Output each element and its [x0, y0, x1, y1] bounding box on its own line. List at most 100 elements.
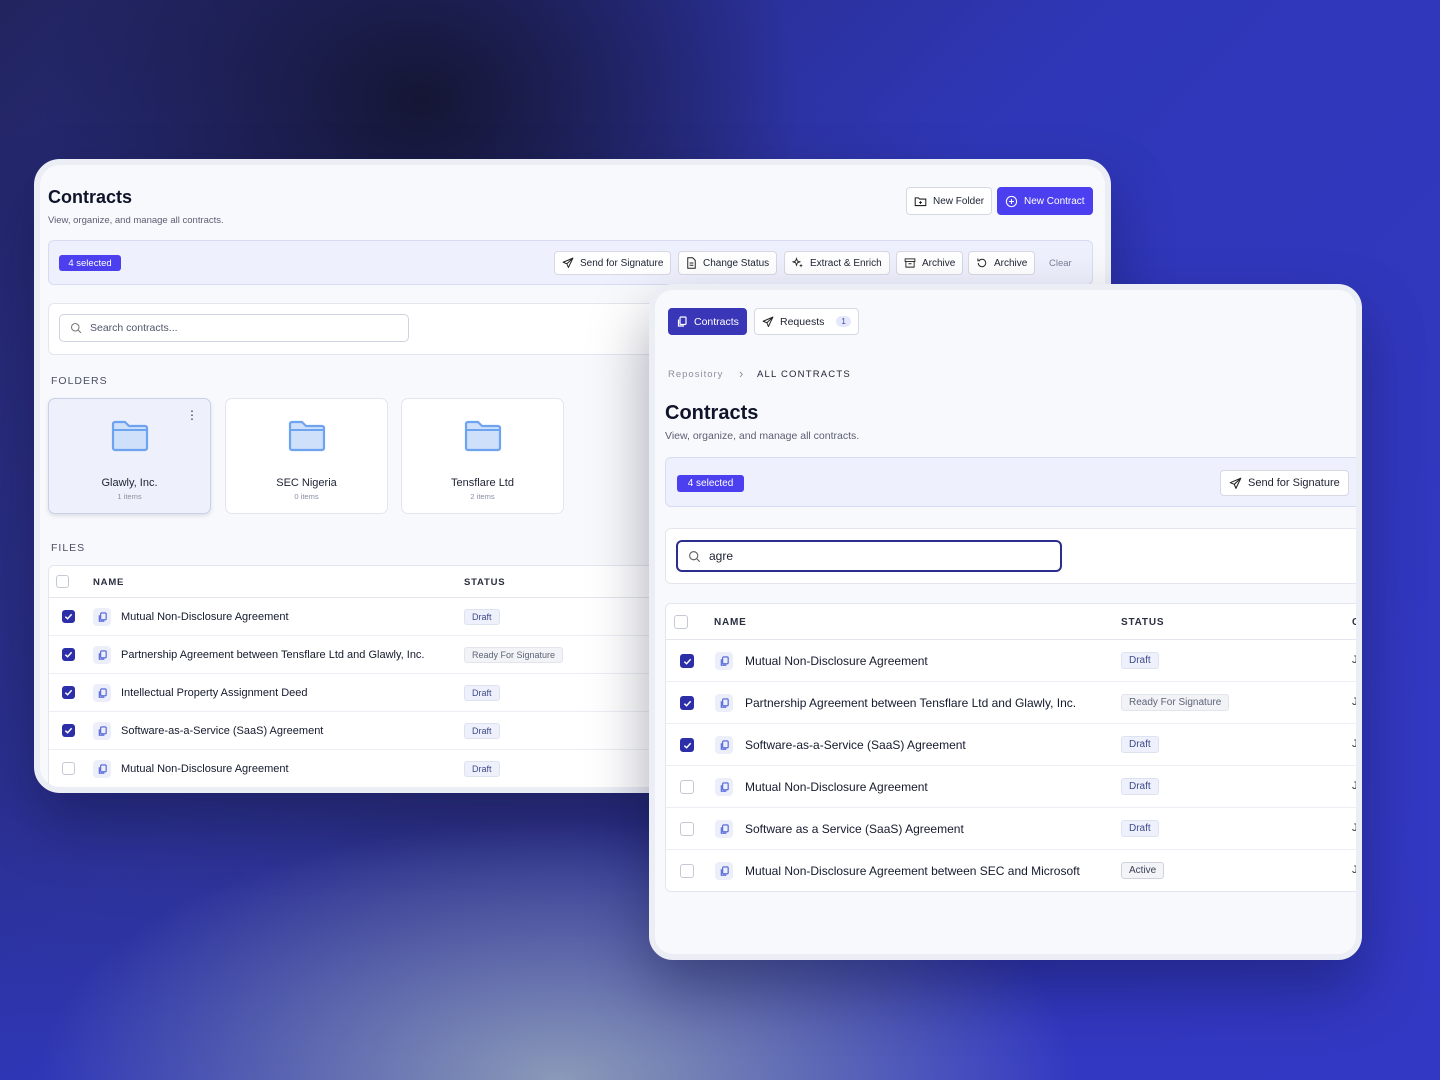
row-checkbox[interactable]: [680, 780, 694, 794]
send-for-signature-button[interactable]: Send for Signature: [1220, 470, 1349, 496]
row-checkbox[interactable]: [62, 648, 75, 661]
folder-icon: [464, 420, 501, 452]
row-checkbox[interactable]: [62, 724, 75, 737]
folder-name: SEC Nigeria: [276, 477, 337, 489]
send-icon: [562, 257, 574, 268]
files-heading: FILES: [51, 542, 86, 554]
row-name: Mutual Non-Disclosure Agreement between …: [745, 864, 1080, 878]
row-name: Mutual Non-Disclosure Agreement: [745, 654, 928, 668]
change-status-button[interactable]: Change Status: [678, 251, 778, 275]
row-trailing-cell: J: [1352, 822, 1358, 834]
check-icon: [64, 613, 73, 620]
table-row[interactable]: Partnership Agreement between Tensflare …: [666, 682, 1358, 724]
row-name: Software-as-a-Service (SaaS) Agreement: [745, 738, 966, 752]
folder-icon: [288, 420, 325, 452]
documents-icon: [677, 315, 687, 327]
check-icon: [64, 689, 73, 696]
select-all-checkbox[interactable]: [56, 575, 69, 588]
page-title: Contracts: [665, 402, 759, 424]
document-icon: [687, 257, 696, 269]
row-checkbox[interactable]: [680, 696, 694, 710]
column-truncated: C: [1352, 617, 1361, 628]
extract-enrich-button[interactable]: Extract & Enrich: [784, 251, 890, 275]
column-status: STATUS: [464, 577, 506, 588]
check-icon: [64, 727, 73, 734]
table-row[interactable]: Mutual Non-Disclosure Agreement between …: [666, 850, 1358, 891]
column-name: NAME: [93, 577, 125, 588]
send-for-signature-button[interactable]: Send for Signature: [554, 251, 672, 275]
row-checkbox[interactable]: [62, 610, 75, 623]
contract-file-icon: [715, 736, 733, 754]
row-name: Mutual Non-Disclosure Agreement: [121, 763, 289, 775]
selected-count-badge: 4 selected: [677, 475, 744, 492]
status-badge: Draft: [1121, 820, 1159, 837]
row-trailing-cell: J: [1352, 696, 1358, 708]
contract-file-icon: [93, 646, 111, 664]
contract-file-icon: [715, 652, 733, 670]
clear-selection-link[interactable]: Clear: [1049, 258, 1072, 269]
row-checkbox[interactable]: [62, 686, 75, 699]
page-subtitle: View, organize, and manage all contracts…: [665, 430, 860, 442]
row-trailing-cell: J: [1352, 654, 1358, 666]
select-all-checkbox[interactable]: [674, 615, 688, 629]
row-checkbox[interactable]: [62, 762, 75, 775]
row-name: Partnership Agreement between Tensflare …: [121, 649, 425, 661]
row-name: Partnership Agreement between Tensflare …: [745, 696, 1077, 710]
status-badge: Draft: [464, 723, 500, 739]
contract-file-icon: [715, 778, 733, 796]
new-contract-button[interactable]: New Contract: [997, 187, 1093, 215]
more-vertical-icon[interactable]: ⋮: [186, 409, 198, 421]
new-folder-button[interactable]: New Folder: [906, 187, 993, 215]
status-badge: Draft: [1121, 778, 1159, 795]
row-checkbox[interactable]: [680, 864, 694, 878]
search-input[interactable]: agre: [676, 540, 1062, 572]
table-header: NAME STATUS C: [666, 604, 1361, 640]
status-badge: Draft: [464, 685, 500, 701]
status-badge: Ready For Signature: [464, 647, 564, 663]
selection-bar: 4 selected Send for Signature Change Sta…: [48, 240, 1093, 285]
archive-restore-button[interactable]: Archive: [968, 251, 1036, 275]
breadcrumb-root[interactable]: Repository: [668, 369, 723, 380]
contract-file-icon: [93, 608, 111, 626]
column-name: NAME: [714, 617, 747, 628]
tab-requests[interactable]: Requests 1: [754, 308, 859, 335]
row-name: Mutual Non-Disclosure Agreement: [121, 611, 289, 623]
row-name: Software as a Service (SaaS) Agreement: [745, 822, 964, 836]
row-checkbox[interactable]: [680, 738, 694, 752]
column-status: STATUS: [1121, 617, 1165, 628]
contract-file-icon: [715, 694, 733, 712]
folder-icon: [111, 420, 148, 452]
contracts-table: NAME STATUS C Mutual Non-Disclosure Agre…: [665, 603, 1361, 892]
table-row[interactable]: Mutual Non-Disclosure Agreement Draft J: [666, 640, 1358, 682]
table-row[interactable]: Software-as-a-Service (SaaS) Agreement D…: [666, 724, 1356, 766]
contract-file-icon: [93, 684, 111, 702]
row-checkbox[interactable]: [680, 822, 694, 836]
send-icon: [762, 316, 774, 327]
row-name: Software-as-a-Service (SaaS) Agreement: [121, 725, 324, 737]
folder-card-tensflare[interactable]: Tensflare Ltd 2 items: [401, 398, 564, 514]
folder-name: Tensflare Ltd: [451, 477, 514, 489]
row-trailing-cell: J: [1352, 864, 1358, 876]
table-row[interactable]: Mutual Non-Disclosure Agreement Draft J: [666, 766, 1356, 808]
chevron-right-icon: ›: [739, 366, 744, 381]
folder-count: 1 items: [117, 492, 142, 501]
row-name: Intellectual Property Assignment Deed: [121, 687, 308, 699]
page-title: Contracts: [48, 187, 133, 207]
page-subtitle: View, organize, and manage all contracts…: [48, 215, 224, 226]
check-icon: [683, 658, 691, 665]
row-checkbox[interactable]: [680, 654, 694, 668]
sparkles-icon: [792, 257, 803, 268]
search-input[interactable]: Search contracts...: [59, 314, 409, 342]
archive-button[interactable]: Archive: [896, 251, 964, 275]
rotate-ccw-icon: [977, 258, 987, 268]
search-placeholder: Search contracts...: [90, 322, 178, 334]
check-icon: [64, 651, 73, 658]
table-row[interactable]: Software as a Service (SaaS) Agreement D…: [666, 808, 1358, 850]
selected-count-badge: 4 selected: [59, 255, 121, 271]
contract-file-icon: [715, 862, 733, 880]
tab-contracts[interactable]: Contracts: [668, 308, 747, 335]
search-icon: [70, 322, 82, 334]
folder-card-sec-nigeria[interactable]: SEC Nigeria 0 items: [225, 398, 388, 514]
contract-file-icon: [715, 820, 733, 838]
folder-card-glawly[interactable]: ⋮ Glawly, Inc. 1 items: [48, 398, 211, 514]
